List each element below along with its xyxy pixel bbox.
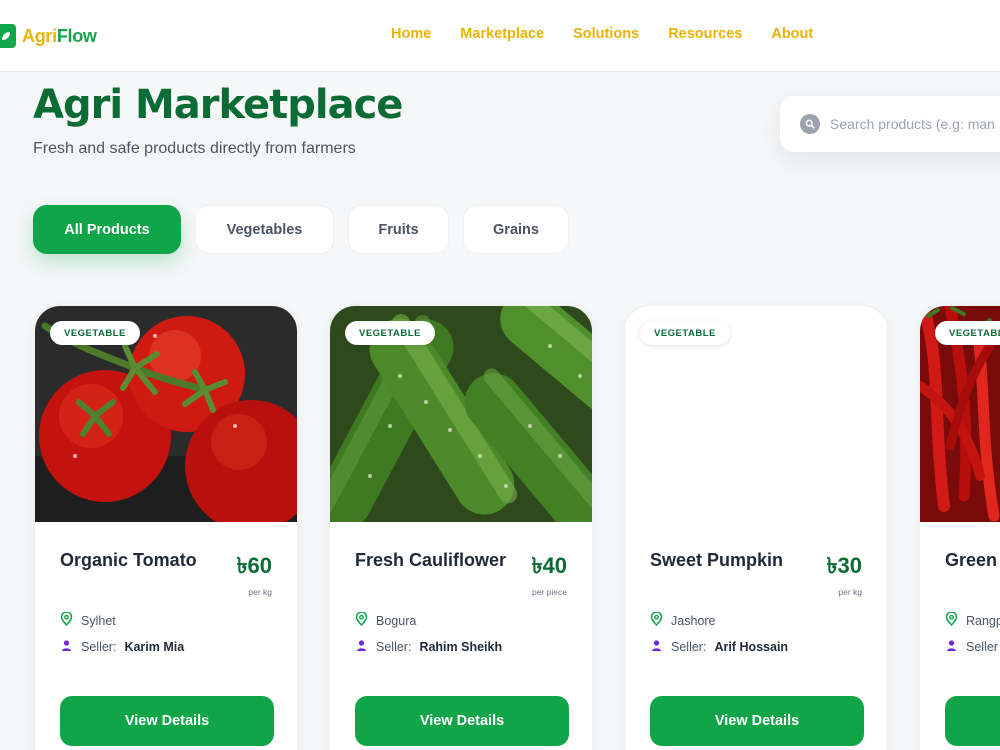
product-price: ৳30 — [826, 553, 862, 578]
price-unit: per kg — [838, 587, 862, 597]
price-unit: per kg — [248, 587, 272, 597]
user-icon — [60, 639, 73, 655]
brand-name: AgriFlow — [22, 25, 97, 46]
product-name: Organic Tomato — [60, 550, 197, 570]
search-box[interactable] — [780, 96, 1000, 152]
product-seller: Seller: Rahim Sheikh — [355, 639, 502, 655]
category-badge: VEGETABLE — [640, 321, 730, 345]
category-badge: VEGETABLE — [50, 321, 140, 345]
search-input[interactable] — [830, 116, 1000, 132]
location-pin-icon — [650, 611, 663, 629]
main-nav: Home Marketplace Solutions Resources Abo… — [391, 26, 813, 42]
product-seller: Seller: Arif Hossain — [650, 639, 788, 655]
seller-name: Arif Hossain — [714, 640, 789, 654]
search-icon — [800, 114, 820, 134]
top-header: AgriFlow Home Marketplace Solutions Reso… — [0, 0, 1000, 72]
seller-name: Rahim Sheikh — [419, 640, 503, 654]
filter-fruits[interactable]: Fruits — [348, 205, 449, 254]
filter-all-products[interactable]: All Products — [33, 205, 181, 254]
nav-home[interactable]: Home — [391, 26, 431, 42]
product-name: Fresh Cauliflower — [355, 550, 507, 570]
product-location: Sylhet — [60, 611, 116, 629]
seller-label: Seller: — [81, 640, 117, 654]
location-text: Rangp — [966, 613, 1000, 628]
product-card[interactable]: VEGETABLE Fresh Cauliflower ৳40 per piec… — [329, 305, 593, 750]
price-unit: per piece — [532, 587, 567, 597]
nav-resources[interactable]: Resources — [668, 26, 742, 42]
product-name: Green — [945, 550, 998, 570]
price-block: ৳30 per kg — [827, 549, 862, 597]
category-filters: All Products Vegetables Fruits Grains — [33, 205, 569, 254]
product-card[interactable]: VEGETABLE Organic Tomato ৳60 per kg Sylh… — [34, 305, 298, 750]
product-location: Jashore — [650, 611, 716, 629]
filter-vegetables[interactable]: Vegetables — [195, 205, 334, 254]
marketplace-page: AgriFlow Home Marketplace Solutions Reso… — [0, 0, 1000, 750]
user-icon — [945, 639, 958, 655]
view-details-button[interactable]: View Details — [650, 696, 864, 746]
page-title: Agri Marketplace — [33, 82, 403, 128]
product-name: Sweet Pumpkin — [650, 550, 784, 570]
location-text: Bogura — [376, 613, 417, 628]
seller-label: Seller: — [376, 640, 412, 654]
seller-label: Seller — [966, 640, 998, 654]
user-icon — [355, 639, 368, 655]
product-location: Bogura — [355, 611, 417, 629]
location-text: Sylhet — [81, 613, 116, 628]
price-block: ৳60 per kg — [237, 549, 272, 597]
view-details-button[interactable]: View Details — [355, 696, 569, 746]
seller-name: Karim Mia — [124, 640, 185, 654]
product-card[interactable]: VEGETABLE Sweet Pumpkin ৳30 per kg Jasho… — [624, 305, 888, 750]
nav-solutions[interactable]: Solutions — [573, 26, 639, 42]
product-price: ৳60 — [236, 553, 272, 578]
location-pin-icon — [60, 611, 73, 629]
product-seller: Seller: Karim Mia — [60, 639, 184, 655]
view-details-button[interactable] — [945, 696, 1000, 746]
location-text: Jashore — [671, 613, 716, 628]
seller-label: Seller: — [671, 640, 707, 654]
product-location: Rangp — [945, 611, 1000, 629]
product-seller: Seller — [945, 639, 998, 655]
category-badge: VEGETABLE — [345, 321, 435, 345]
nav-marketplace[interactable]: Marketplace — [460, 26, 544, 42]
category-badge: VEGETABL — [935, 321, 1000, 345]
filter-grains[interactable]: Grains — [463, 205, 569, 254]
page-subtitle: Fresh and safe products directly from fa… — [33, 140, 356, 157]
user-icon — [650, 639, 663, 655]
product-card[interactable]: VEGETABL Green Rangp Seller — [919, 305, 1000, 750]
leaf-logo-icon — [0, 24, 16, 48]
price-block: ৳40 per piece — [532, 549, 567, 597]
brand-logo[interactable]: AgriFlow — [0, 24, 97, 48]
nav-about[interactable]: About — [771, 26, 813, 42]
product-price: ৳40 — [531, 553, 567, 578]
location-pin-icon — [355, 611, 368, 629]
view-details-button[interactable]: View Details — [60, 696, 274, 746]
location-pin-icon — [945, 611, 958, 629]
